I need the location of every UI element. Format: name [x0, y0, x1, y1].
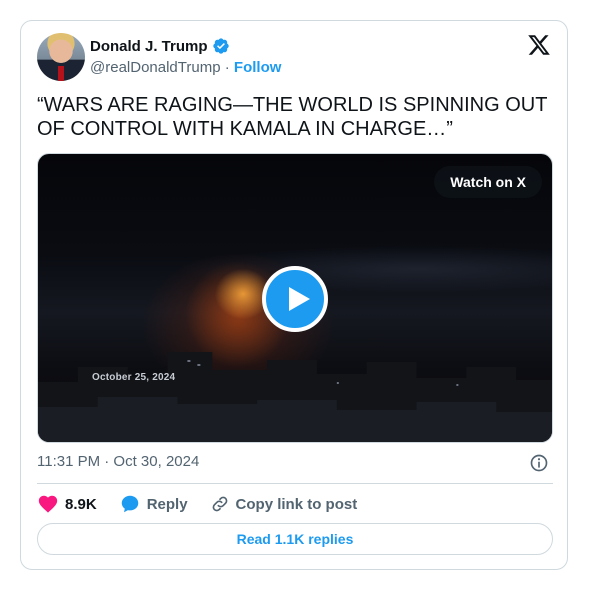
action-bar: 8.9K Reply Copy link to post [37, 493, 379, 515]
reply-button[interactable]: Reply [119, 493, 188, 515]
author-name-row: Donald J. Trump [90, 37, 230, 55]
info-icon[interactable] [529, 453, 549, 473]
like-count: 8.9K [65, 495, 97, 513]
copy-link-label: Copy link to post [235, 495, 358, 513]
reply-bubble-icon [121, 495, 138, 513]
tweet-timestamp[interactable]: 11:31 PM · Oct 30, 2024 [37, 453, 199, 470]
reply-label: Reply [146, 495, 188, 513]
divider [37, 483, 553, 484]
avatar[interactable] [37, 33, 85, 81]
link-icon [212, 496, 227, 512]
author-handle-row: @realDonaldTrump · Follow [90, 59, 281, 76]
video-player[interactable]: Watch on X October 25, 2024 [37, 153, 553, 443]
author-handle[interactable]: @realDonaldTrump [90, 59, 221, 76]
watch-on-x-button[interactable]: Watch on X [434, 166, 542, 198]
handle-separator: · [224, 59, 230, 76]
author-display-name[interactable]: Donald J. Trump [90, 38, 208, 55]
read-replies-button[interactable]: Read 1.1K replies [37, 523, 553, 555]
verified-badge-icon [212, 38, 229, 54]
play-icon [289, 287, 310, 311]
x-logo-icon[interactable] [527, 33, 551, 57]
follow-button[interactable]: Follow [234, 59, 282, 76]
heart-icon [38, 495, 58, 513]
like-button[interactable]: 8.9K [37, 493, 97, 515]
avatar-tie [58, 66, 64, 81]
video-date-overlay: October 25, 2024 [92, 372, 176, 383]
tweet-text: “WARS ARE RAGING—THE WORLD IS SPINNING O… [37, 94, 548, 140]
copy-link-button[interactable]: Copy link to post [210, 494, 358, 514]
tweet-card: Donald J. Trump @realDonaldTrump · Follo… [20, 20, 568, 570]
play-button[interactable] [262, 266, 328, 332]
